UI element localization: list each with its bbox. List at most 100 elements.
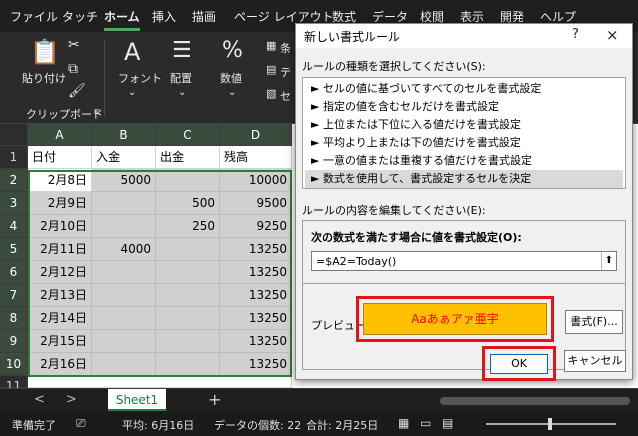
alignment-icon[interactable]: ☰ xyxy=(172,40,192,62)
cell-d9[interactable]: 13250 xyxy=(220,330,292,353)
cell-a6[interactable]: 2月12日 xyxy=(28,261,92,284)
column-header-a[interactable]: A xyxy=(28,124,92,146)
copy-icon[interactable]: ⧉ xyxy=(68,62,78,76)
close-icon[interactable]: × xyxy=(606,26,619,44)
formula-input[interactable] xyxy=(311,251,617,271)
cell-c3[interactable]: 500 xyxy=(156,192,220,215)
page-break-view-icon[interactable]: ▤ xyxy=(442,416,453,430)
cell-c10[interactable] xyxy=(156,353,220,376)
rule-type-item[interactable]: ► 指定の値を含むセルだけを書式設定 xyxy=(305,98,623,116)
accessibility-icon[interactable]: ⎚ xyxy=(76,416,86,431)
cancel-button[interactable]: キャンセル xyxy=(564,350,626,372)
cell-a3[interactable]: 2月9日 xyxy=(28,192,92,215)
cell-styles-icon[interactable]: ▧ xyxy=(266,88,276,99)
row-header[interactable]: 10 xyxy=(0,353,28,376)
cell-b9[interactable] xyxy=(92,330,156,353)
rule-type-item[interactable]: ► 上位または下位に入る値だけを書式設定 xyxy=(305,116,623,134)
next-sheet-icon[interactable]: > xyxy=(66,392,77,407)
rule-type-item[interactable]: ► 一意の値または重複する値だけを書式設定 xyxy=(305,152,623,170)
cell-styles-label[interactable]: セ xyxy=(280,88,291,104)
font-label[interactable]: フォント xyxy=(118,70,162,86)
dialog-titlebar[interactable]: 新しい書式ルール ? × xyxy=(296,24,632,48)
row-header[interactable]: 8 xyxy=(0,307,28,330)
cell-a2[interactable]: 2月8日 xyxy=(28,169,92,192)
alignment-label[interactable]: 配置 xyxy=(170,70,192,86)
horizontal-scrollbar[interactable] xyxy=(440,397,630,405)
page-layout-view-icon[interactable]: ▭ xyxy=(420,416,431,430)
chevron-down-icon[interactable]: ⌄ xyxy=(228,88,236,98)
column-header-c[interactable]: C xyxy=(156,124,220,146)
select-all-corner[interactable] xyxy=(0,124,28,146)
cell-a9[interactable]: 2月15日 xyxy=(28,330,92,353)
cell-b10[interactable] xyxy=(92,353,156,376)
cell-a1[interactable]: 日付 xyxy=(28,146,92,169)
font-icon[interactable]: A xyxy=(124,40,140,64)
cell-d10[interactable]: 13250 xyxy=(220,353,292,376)
conditional-format-icon[interactable]: ▦ xyxy=(266,40,276,51)
cell-b8[interactable] xyxy=(92,307,156,330)
dialog-launcher-icon[interactable]: ⧅ xyxy=(94,108,100,117)
cell-d3[interactable]: 9500 xyxy=(220,192,292,215)
cell-c5[interactable] xyxy=(156,238,220,261)
row-header[interactable]: 3 xyxy=(0,192,28,215)
cell-a7[interactable]: 2月13日 xyxy=(28,284,92,307)
cell-d1[interactable]: 残高 xyxy=(220,146,292,169)
sheet-tab-sheet1[interactable]: Sheet1 xyxy=(108,389,166,411)
cell-c1[interactable]: 出金 xyxy=(156,146,220,169)
column-header-d[interactable]: D xyxy=(220,124,292,146)
conditional-format-label[interactable]: 条 xyxy=(280,40,291,56)
tab-draw[interactable]: 描画 xyxy=(192,8,216,25)
cell-c2[interactable] xyxy=(156,169,220,192)
row-header[interactable]: 9 xyxy=(0,330,28,353)
cell-c4[interactable]: 250 xyxy=(156,215,220,238)
chevron-down-icon[interactable]: ⌄ xyxy=(128,88,136,98)
cell-b7[interactable] xyxy=(92,284,156,307)
row-header[interactable]: 4 xyxy=(0,215,28,238)
cell-b2[interactable]: 5000 xyxy=(92,169,156,192)
paste-icon[interactable]: 📋 xyxy=(30,40,60,64)
tab-file[interactable]: ファイル xyxy=(10,8,58,25)
row-header[interactable]: 2 xyxy=(0,169,28,192)
cell-c6[interactable] xyxy=(156,261,220,284)
tab-touch[interactable]: タッチ xyxy=(62,8,98,25)
cell-a4[interactable]: 2月10日 xyxy=(28,215,92,238)
cell-b5[interactable]: 4000 xyxy=(92,238,156,261)
cell-d7[interactable]: 13250 xyxy=(220,284,292,307)
cell-d6[interactable]: 13250 xyxy=(220,261,292,284)
table-format-icon[interactable]: ▤ xyxy=(266,64,276,75)
tab-home[interactable]: ホーム xyxy=(104,8,140,31)
zoom-slider-thumb[interactable] xyxy=(548,418,552,430)
cell-a8[interactable]: 2月14日 xyxy=(28,307,92,330)
cell-c9[interactable] xyxy=(156,330,220,353)
format-painter-icon[interactable]: 🖌 xyxy=(68,84,86,98)
chevron-down-icon[interactable]: ⌄ xyxy=(178,88,186,98)
cell-a5[interactable]: 2月11日 xyxy=(28,238,92,261)
row-header[interactable]: 6 xyxy=(0,261,28,284)
collapse-dialog-icon[interactable]: ⬆ xyxy=(601,252,616,270)
rule-type-item-selected[interactable]: ► 数式を使用して、書式設定するセルを決定 xyxy=(305,170,623,188)
cell-d8[interactable]: 13250 xyxy=(220,307,292,330)
cell-row-11[interactable] xyxy=(28,376,292,388)
prev-sheet-icon[interactable]: < xyxy=(34,392,45,407)
paste-label[interactable]: 貼り付け xyxy=(22,70,66,86)
format-button[interactable]: 書式(F)... xyxy=(565,310,623,334)
cell-b3[interactable] xyxy=(92,192,156,215)
cell-b6[interactable] xyxy=(92,261,156,284)
add-sheet-button[interactable]: + xyxy=(208,390,221,409)
cell-c7[interactable] xyxy=(156,284,220,307)
cut-icon[interactable]: ✂ xyxy=(68,38,80,52)
ok-button[interactable]: OK xyxy=(490,354,548,374)
rule-type-item[interactable]: ► 平均より上または下の値だけを書式設定 xyxy=(305,134,623,152)
row-header[interactable]: 5 xyxy=(0,238,28,261)
rule-type-item[interactable]: ► セルの値に基づいてすべてのセルを書式設定 xyxy=(305,80,623,98)
cell-a10[interactable]: 2月16日 xyxy=(28,353,92,376)
cell-b4[interactable] xyxy=(92,215,156,238)
normal-view-icon[interactable]: ▦ xyxy=(398,416,409,430)
number-label[interactable]: 数値 xyxy=(220,70,242,86)
cell-d2[interactable]: 10000 xyxy=(220,169,292,192)
cell-d5[interactable]: 13250 xyxy=(220,238,292,261)
row-header[interactable]: 1 xyxy=(0,146,28,169)
cell-b1[interactable]: 入金 xyxy=(92,146,156,169)
tab-insert[interactable]: 挿入 xyxy=(152,8,176,25)
row-header[interactable]: 7 xyxy=(0,284,28,307)
